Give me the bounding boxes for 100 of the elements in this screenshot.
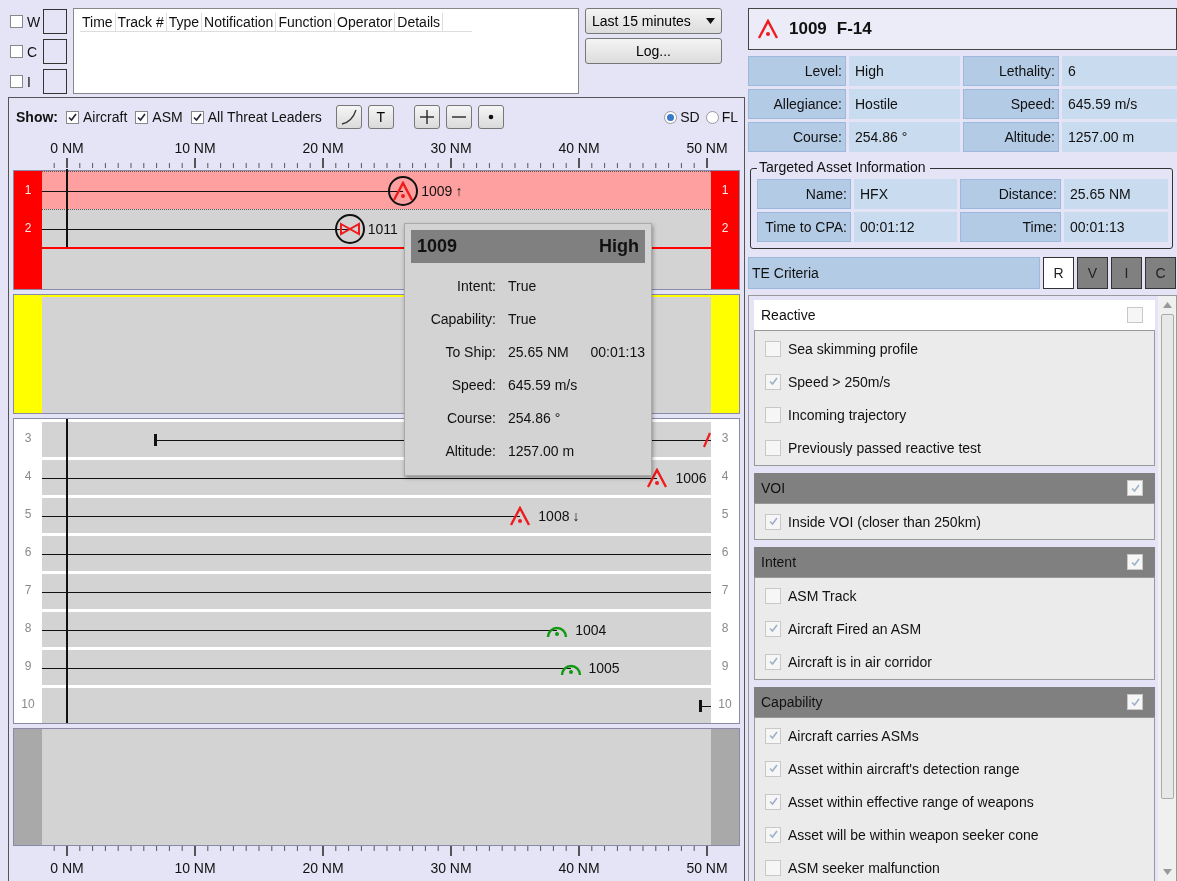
criteria-title: TE Criteria [748,257,1040,289]
field-value: 00:01:12 [854,212,957,242]
checkbox[interactable] [135,110,149,124]
section-header[interactable]: Intent [754,547,1155,577]
checkbox[interactable] [765,373,781,390]
criteria-tab[interactable]: I [1111,257,1142,289]
checkbox[interactable] [10,45,23,58]
track-row[interactable]: 1009 ↑ [42,171,711,209]
zoom-in-button[interactable] [413,105,440,129]
column-header[interactable]: Track # [115,13,167,31]
track-number: 1011 [367,220,398,237]
checkbox[interactable] [10,15,23,28]
checkbox[interactable] [765,513,781,530]
center-button[interactable] [477,105,504,129]
checkbox[interactable] [765,760,781,777]
row-number: 9 [23,658,33,675]
checkbox[interactable] [765,793,781,810]
row-number: 10 [20,696,36,713]
row-number: 3 [23,430,33,447]
check-icon [767,516,779,527]
toggle-label: All Threat Leaders [207,109,322,125]
checkbox[interactable] [765,727,781,744]
time-range-dropdown[interactable]: Last 15 minutes [585,8,722,34]
curve-icon [340,109,357,125]
filter-label: I [27,73,32,90]
scroll-thumb[interactable] [1160,314,1174,799]
field-value: 254.86 ° [849,122,960,152]
check-icon [767,730,779,741]
track-number: 1009 [421,182,453,199]
toggle-label: ASM [152,109,183,125]
track-row[interactable] [42,685,711,723]
checkbox[interactable] [765,859,781,876]
track-number: 1004 [575,621,607,638]
radio-button[interactable] [705,110,719,124]
scrollbar[interactable] [1158,296,1176,881]
trend-arrow: ↑ [455,182,463,199]
column-header[interactable]: Details [395,13,444,31]
criteria-tab[interactable]: V [1077,257,1108,289]
hostile-aircraft-icon[interactable] [646,467,669,488]
checkbox[interactable] [765,406,781,423]
column-header[interactable]: Type [166,13,203,31]
check-icon [767,763,779,774]
checkbox[interactable] [66,110,79,124]
section-header[interactable]: VOI [754,473,1155,503]
checkbox[interactable] [765,653,781,670]
hostile-aircraft-icon[interactable] [509,505,532,526]
tooltip-value: True [508,310,538,327]
field-value: HFX [854,179,957,209]
checkbox[interactable] [1127,694,1143,710]
track-row[interactable] [42,571,711,609]
section-header[interactable]: Reactive [754,300,1155,330]
curve-tool-button[interactable] [335,105,362,129]
field-value: 6 [1062,56,1177,86]
field-value: High [849,56,960,86]
radio-button[interactable] [664,110,678,124]
column-header[interactable]: Time [80,13,116,31]
checkbox[interactable] [765,620,781,637]
checkbox[interactable] [1127,554,1143,570]
checkbox[interactable] [1127,307,1143,323]
track-number: 1005 [588,659,620,676]
checkbox[interactable] [765,439,781,456]
checkbox[interactable] [765,340,781,357]
field-label: Speed: [963,89,1059,119]
checkbox[interactable] [10,75,23,88]
caret-icon [706,18,715,24]
section-header[interactable]: Capability [754,687,1155,717]
criteria-tab[interactable]: R [1043,257,1074,289]
checkbox[interactable] [1127,480,1143,496]
hostile-aircraft-icon [757,19,779,39]
criteria-label: Asset will be within weapon seeker cone [788,826,1039,843]
zoom-out-button[interactable] [445,105,472,129]
track-row[interactable]: 1004 [42,609,711,647]
criteria-label: Speed > 250m/s [788,373,891,390]
text-tool-button[interactable]: T [367,105,394,129]
checkbox[interactable] [190,110,204,124]
scroll-up-icon[interactable] [1162,302,1172,308]
track-row[interactable]: 1005 [42,647,711,685]
log-button[interactable]: Log... [585,38,722,64]
column-header[interactable]: Notification [202,13,277,31]
field-value: 645.59 m/s [1062,89,1177,119]
track-row[interactable] [42,533,711,571]
checkbox[interactable] [765,587,781,604]
checkbox[interactable] [765,826,781,843]
criteria-label: ASM Track [788,587,857,604]
column-header[interactable]: Operator [335,13,396,31]
missile-icon[interactable] [338,221,361,236]
filter-count-box [43,9,67,34]
row-number: 8 [23,620,33,637]
hostile-aircraft-icon[interactable] [392,180,415,201]
scroll-down-icon[interactable] [1162,869,1172,875]
check-icon [1129,556,1141,568]
criteria-label: Aircraft carries ASMs [788,727,919,744]
mode-label: FL [721,109,738,125]
row-number: 1 [720,182,730,199]
track-row[interactable]: 1008 ↓ [42,495,711,533]
column-header[interactable]: Function [276,13,336,31]
criteria-tab[interactable]: C [1145,257,1176,289]
tooltip-value: 645.59 m/s [508,376,579,393]
check-icon [767,656,779,667]
field-value: 00:01:13 [1064,212,1168,242]
